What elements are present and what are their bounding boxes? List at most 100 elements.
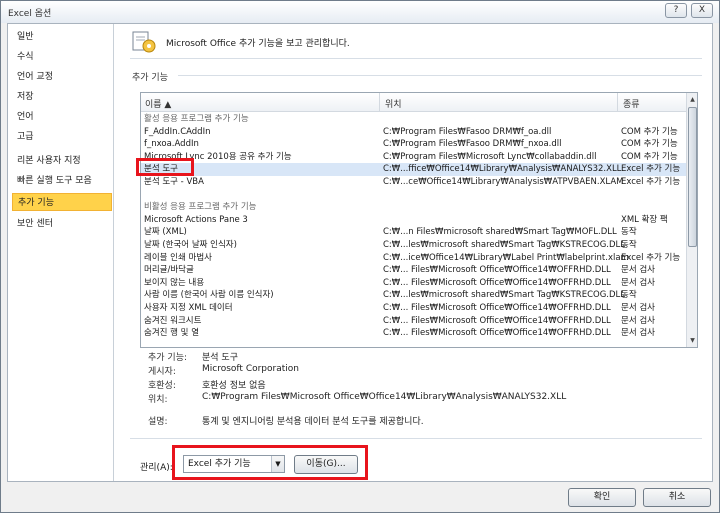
highlight-analysis-tool: [136, 158, 194, 176]
nav-item-save[interactable]: 저장: [12, 88, 112, 106]
addin-name: 날짜 (한국어 날짜 인식자): [144, 240, 237, 250]
addin-location: C:₩... Files₩Microsoft Office₩Office14₩O…: [383, 315, 611, 326]
list-item[interactable]: 분석 도구 - VBA C:₩...ce₩Office14₩Library₩Ana…: [141, 176, 687, 189]
nav-item-general[interactable]: 일반: [12, 28, 112, 46]
addin-type: 문서 검사: [621, 328, 655, 339]
addin-name: 비활성 응용 프로그램 추가 기능: [144, 202, 257, 213]
addin-name: 사람 이름 (한국어 사람 이름 인식자): [144, 290, 274, 301]
addins-gear-icon: [132, 31, 156, 53]
list-item[interactable]: [141, 189, 687, 202]
list-item[interactable]: 머리글/바닥글 C:₩... Files₩Microsoft Office₩Off…: [141, 264, 687, 277]
nav-item-language[interactable]: 언어: [12, 108, 112, 126]
list-item[interactable]: Microsoft Actions Pane 3 XML 확장 팩: [141, 214, 687, 227]
section-title: 추가 기능: [132, 73, 168, 83]
list-item[interactable]: 레이블 인쇄 마법사 C:₩...ice₩Office14₩Library₩Lab…: [141, 252, 687, 265]
list-item[interactable]: 숨겨진 워크시트 C:₩... Files₩Microsoft Office₩Of…: [141, 315, 687, 328]
excel-options-dialog: Excel 옵션 ? X 일반 수식 언어 교정 저장 언어 고급 리본 사용자…: [0, 0, 720, 513]
addin-location: C:₩... Files₩Microsoft Office₩Office14₩O…: [383, 328, 611, 339]
list-header: 이름 ▲ 위치 종류: [141, 93, 687, 112]
nav-item-trust-center[interactable]: 보안 센터: [12, 215, 112, 233]
list-item[interactable]: 사용자 지정 XML 데이터 C:₩... Files₩Microsoft Off…: [141, 302, 687, 315]
list-item[interactable]: 분석 도구 C:₩...ffice₩Office14₩Library₩Analys…: [141, 163, 687, 176]
column-divider: [617, 93, 618, 112]
content-area: 일반 수식 언어 교정 저장 언어 고급 리본 사용자 지정 빠른 실행 도구 …: [7, 23, 713, 482]
close-button[interactable]: X: [691, 3, 713, 18]
addin-type: 동작: [621, 240, 637, 250]
addin-type: 동작: [621, 227, 637, 238]
addin-type: COM 추가 기능: [621, 151, 678, 162]
addin-name: 레이블 인쇄 마법사: [144, 252, 212, 263]
title-bar: Excel 옵션 ? X: [1, 1, 719, 23]
addin-name: 보이지 않는 내용: [144, 277, 205, 288]
addin-name: 사용자 지정 XML 데이터: [144, 303, 233, 313]
addin-location: C:₩Program Files₩Fasoo DRM₩f_oa.dll: [383, 126, 552, 137]
page-title: Microsoft Office 추가 기능을 보고 관리합니다.: [166, 39, 350, 49]
addin-type: 문서 검사: [621, 303, 655, 313]
addin-location: C:₩...ffice₩Office14₩Library₩Analysis₩AN…: [383, 164, 622, 175]
list-item[interactable]: f_nxoa.AddIn C:₩Program Files₩Fasoo DRM₩f…: [141, 138, 687, 151]
addin-location: C:₩... Files₩Microsoft Office₩Office14₩O…: [383, 277, 611, 288]
section-divider: [178, 75, 702, 76]
list-item[interactable]: 날짜 (한국어 날짜 인식자) C:₩...les₩microsoft share…: [141, 239, 687, 252]
addin-location: C:₩Program Files₩Microsoft Lync₩collabad…: [383, 151, 597, 162]
list-item[interactable]: Microsoft Lync 2010용 공유 추가 기능 C:₩Program …: [141, 151, 687, 164]
scroll-thumb[interactable]: [688, 107, 697, 247]
nav-item-add-ins[interactable]: 추가 기능: [12, 193, 112, 211]
addin-location: C:₩...les₩microsoft shared₩Smart Tag₩KST…: [383, 240, 626, 250]
manage-divider: [130, 438, 702, 439]
addin-name: 날짜 (XML): [144, 227, 187, 238]
cancel-button[interactable]: 취소: [643, 488, 711, 507]
column-header-type[interactable]: 종류: [623, 97, 640, 110]
addins-list[interactable]: 이름 ▲ 위치 종류 활성 응용 프로그램 추가 기능 F_AddIn.CAddI…: [140, 92, 698, 348]
addin-location: C:₩...ice₩Office14₩Library₩Label Print₩l…: [383, 252, 629, 263]
addin-type: Excel 추가 기능: [621, 252, 681, 263]
addin-type: Excel 추가 기능: [621, 164, 681, 175]
addin-location: C:₩...n Files₩microsoft shared₩Smart Tag…: [383, 227, 617, 238]
help-button[interactable]: ?: [665, 3, 687, 18]
addin-type: 문서 검사: [621, 265, 655, 276]
highlight-manage-box: [172, 445, 368, 480]
addin-name: 숨겨진 행 및 열: [144, 328, 200, 339]
nav-item-proofing[interactable]: 언어 교정: [12, 68, 112, 86]
addin-type: COM 추가 기능: [621, 126, 678, 137]
nav-item-advanced[interactable]: 고급: [12, 128, 112, 146]
addin-location: C:₩... Files₩Microsoft Office₩Office14₩O…: [383, 303, 611, 313]
addin-type: COM 추가 기능: [621, 139, 678, 150]
manage-label: 관리(A):: [140, 463, 173, 473]
left-nav: 일반 수식 언어 교정 저장 언어 고급 리본 사용자 지정 빠른 실행 도구 …: [8, 24, 114, 481]
addin-location: C:₩Program Files₩Fasoo DRM₩f_nxoa.dll: [383, 139, 562, 150]
nav-item-formulas[interactable]: 수식: [12, 48, 112, 66]
addin-name: 머리글/바닥글: [144, 265, 194, 276]
addin-type: 문서 검사: [621, 277, 655, 288]
addin-type: Excel 추가 기능: [621, 177, 681, 187]
addin-location: C:₩... Files₩Microsoft Office₩Office14₩O…: [383, 265, 611, 276]
addin-name: 활성 응용 프로그램 추가 기능: [144, 114, 249, 124]
addin-location: C:₩...ce₩Office14₩Library₩Analysis₩ATPVB…: [383, 177, 624, 187]
addin-type: 동작: [621, 290, 637, 301]
list-item[interactable]: 보이지 않는 내용 C:₩... Files₩Microsoft Office₩O…: [141, 277, 687, 290]
header-divider: [130, 58, 702, 59]
addin-name: 분석 도구 - VBA: [144, 177, 204, 187]
nav-item-customize-ribbon[interactable]: 리본 사용자 지정: [12, 152, 112, 170]
scroll-up-icon[interactable]: ▲: [688, 94, 697, 105]
column-header-name[interactable]: 이름 ▲: [145, 97, 171, 110]
ok-button[interactable]: 확인: [568, 488, 636, 507]
addin-name: F_AddIn.CAddIn: [144, 126, 211, 137]
addin-location: C:₩...les₩microsoft shared₩Smart Tag₩KST…: [383, 290, 626, 301]
list-item[interactable]: 숨겨진 행 및 열 C:₩... Files₩Microsoft Office₩O…: [141, 327, 687, 340]
list-item[interactable]: F_AddIn.CAddIn C:₩Program Files₩Fasoo DRM…: [141, 126, 687, 139]
nav-item-quick-access-toolbar[interactable]: 빠른 실행 도구 모음: [12, 172, 112, 190]
addin-type: XML 확장 팩: [621, 214, 668, 225]
window-title: Excel 옵션: [8, 9, 52, 19]
column-header-location[interactable]: 위치: [385, 97, 402, 110]
vertical-scrollbar[interactable]: ▲ ▼: [686, 93, 697, 347]
list-group-header: 활성 응용 프로그램 추가 기능: [141, 113, 687, 126]
addin-name: 숨겨진 워크시트: [144, 315, 202, 326]
list-rows: 활성 응용 프로그램 추가 기능 F_AddIn.CAddIn C:₩Program…: [141, 113, 687, 347]
list-group-header: 비활성 응용 프로그램 추가 기능: [141, 201, 687, 214]
column-divider: [379, 93, 380, 112]
list-item[interactable]: 사람 이름 (한국어 사람 이름 인식자) C:₩...les₩microsoft…: [141, 289, 687, 302]
list-item[interactable]: 날짜 (XML) C:₩...n Files₩microsoft shared₩S…: [141, 226, 687, 239]
scroll-down-icon[interactable]: ▼: [688, 335, 697, 346]
addin-name: Microsoft Actions Pane 3: [144, 214, 248, 225]
